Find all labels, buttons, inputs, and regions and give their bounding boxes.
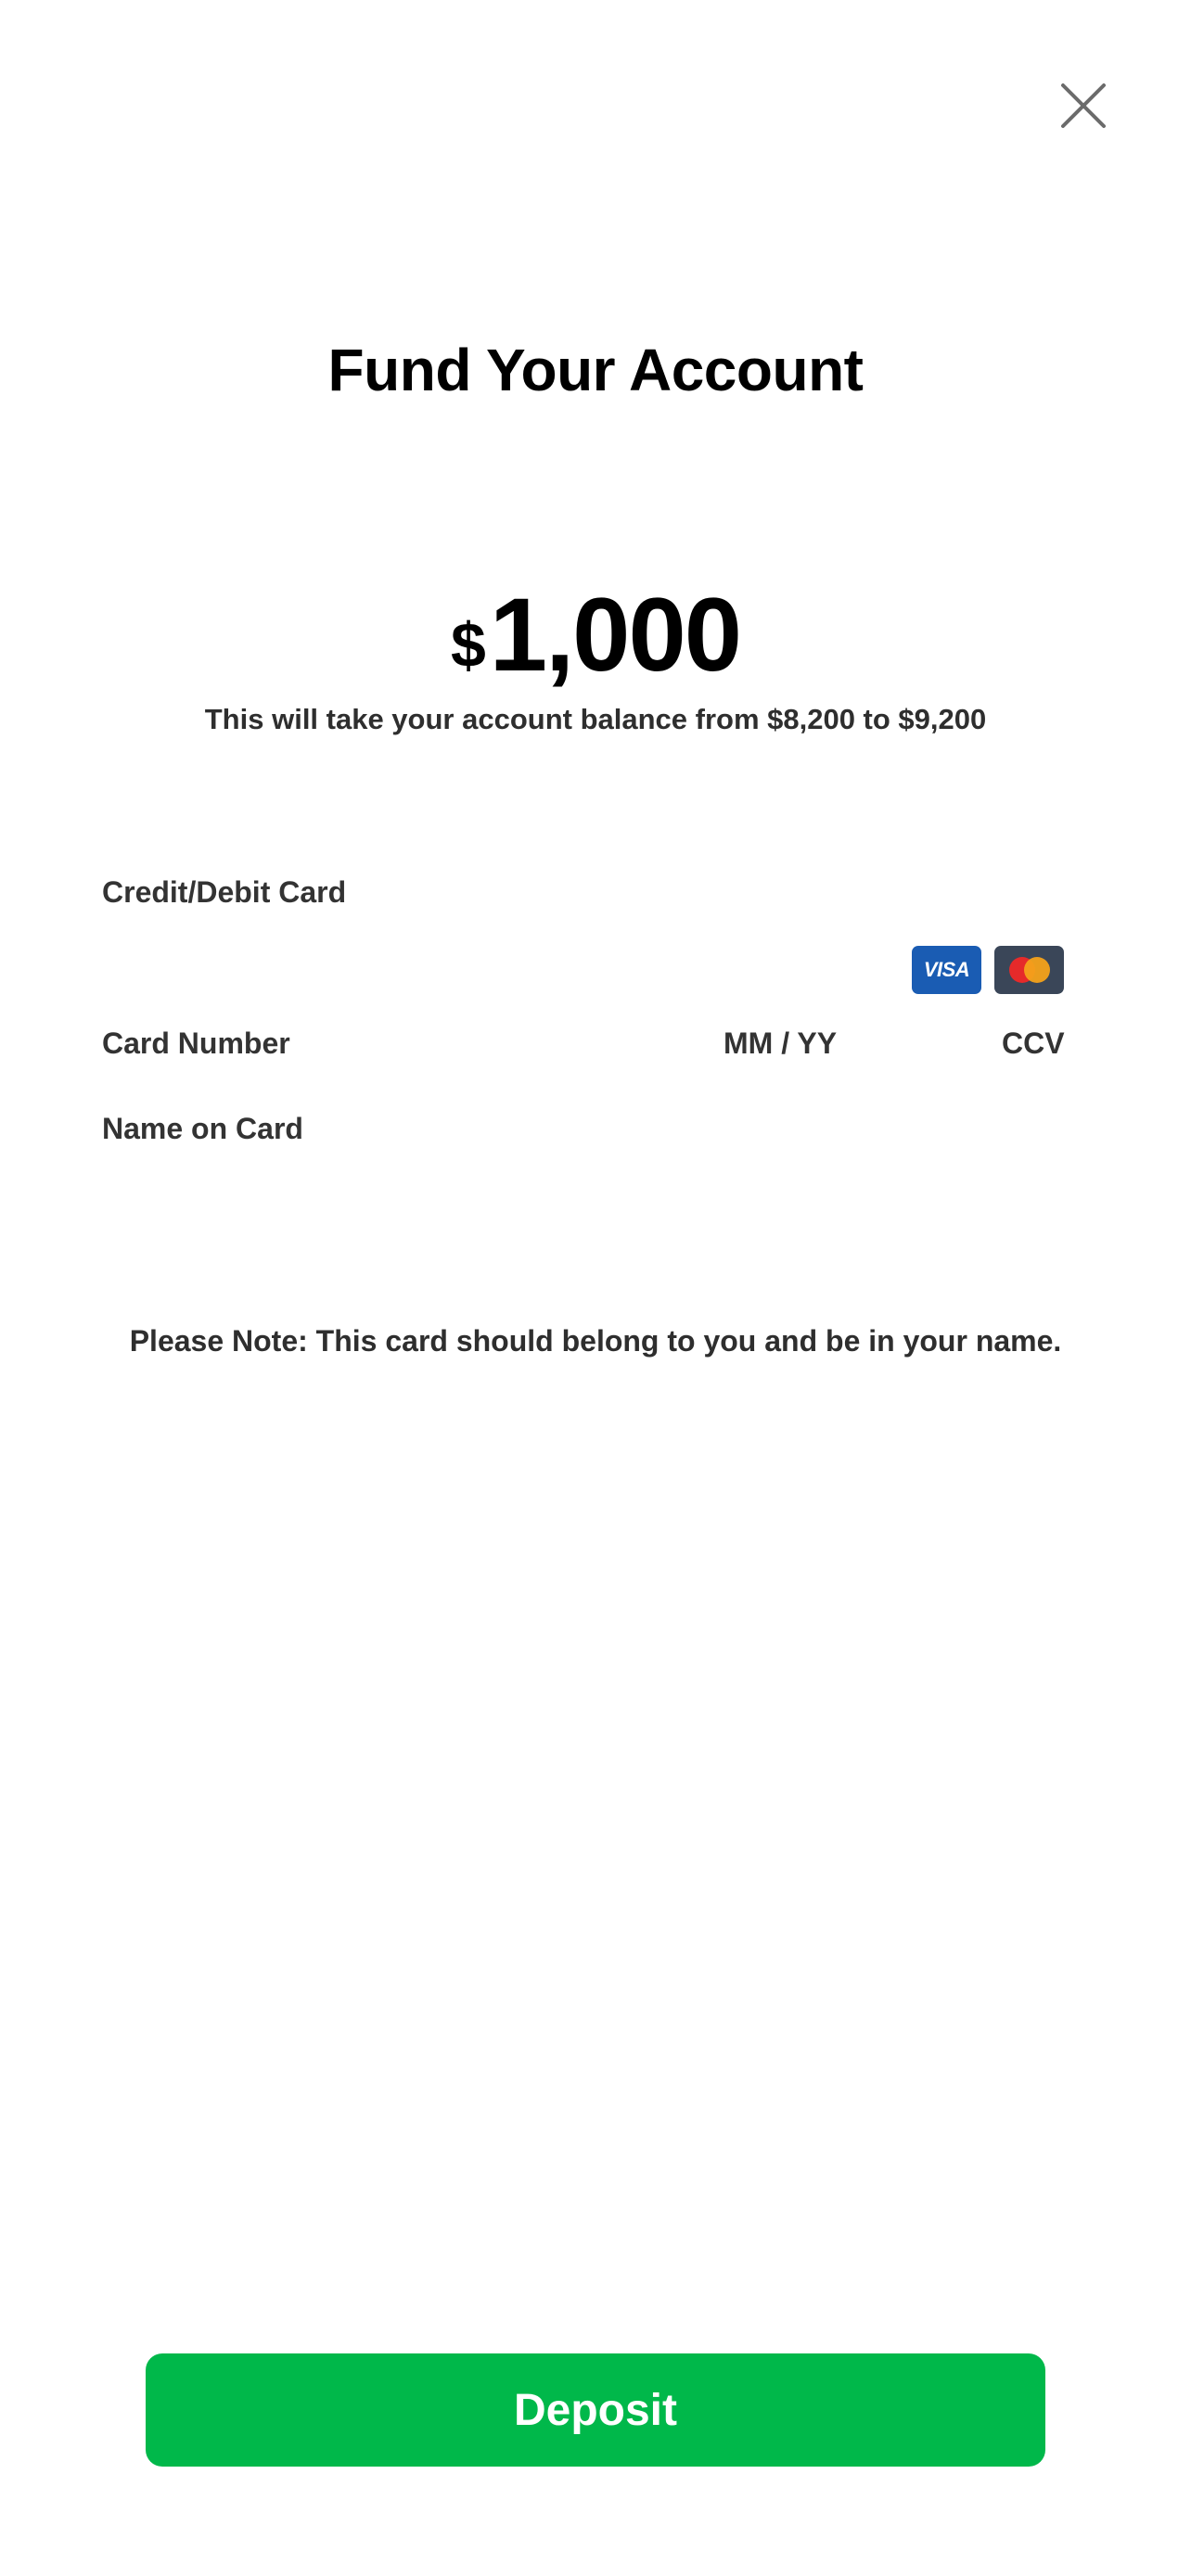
close-icon [1061, 83, 1106, 128]
name-on-card-field[interactable]: Name on Card [102, 1112, 303, 1146]
ccv-field[interactable]: CCV [1002, 1027, 1065, 1061]
visa-logo-icon: VISA [912, 946, 981, 994]
amount-currency-symbol: $ [450, 610, 486, 681]
payment-method-label: Credit/Debit Card [102, 875, 347, 909]
card-number-field[interactable]: Card Number [102, 1027, 290, 1061]
close-button[interactable] [1056, 78, 1111, 134]
expiry-field[interactable]: MM / YY [724, 1027, 837, 1061]
page-title: Fund Your Account [327, 337, 864, 403]
amount-value: 1,000 [489, 577, 742, 693]
accepted-cards: VISA [912, 946, 1064, 994]
deposit-button-label: Deposit [513, 2385, 677, 2435]
card-ownership-note: Please Note: This card should belong to … [129, 1324, 1062, 1358]
deposit-amount[interactable]: $1,000 [0, 575, 1191, 695]
deposit-button[interactable]: Deposit [146, 2353, 1045, 2467]
mastercard-logo-icon [994, 946, 1064, 994]
balance-change-note: This will take your account balance from… [204, 703, 987, 735]
visa-logo-text: VISA [923, 958, 970, 981]
